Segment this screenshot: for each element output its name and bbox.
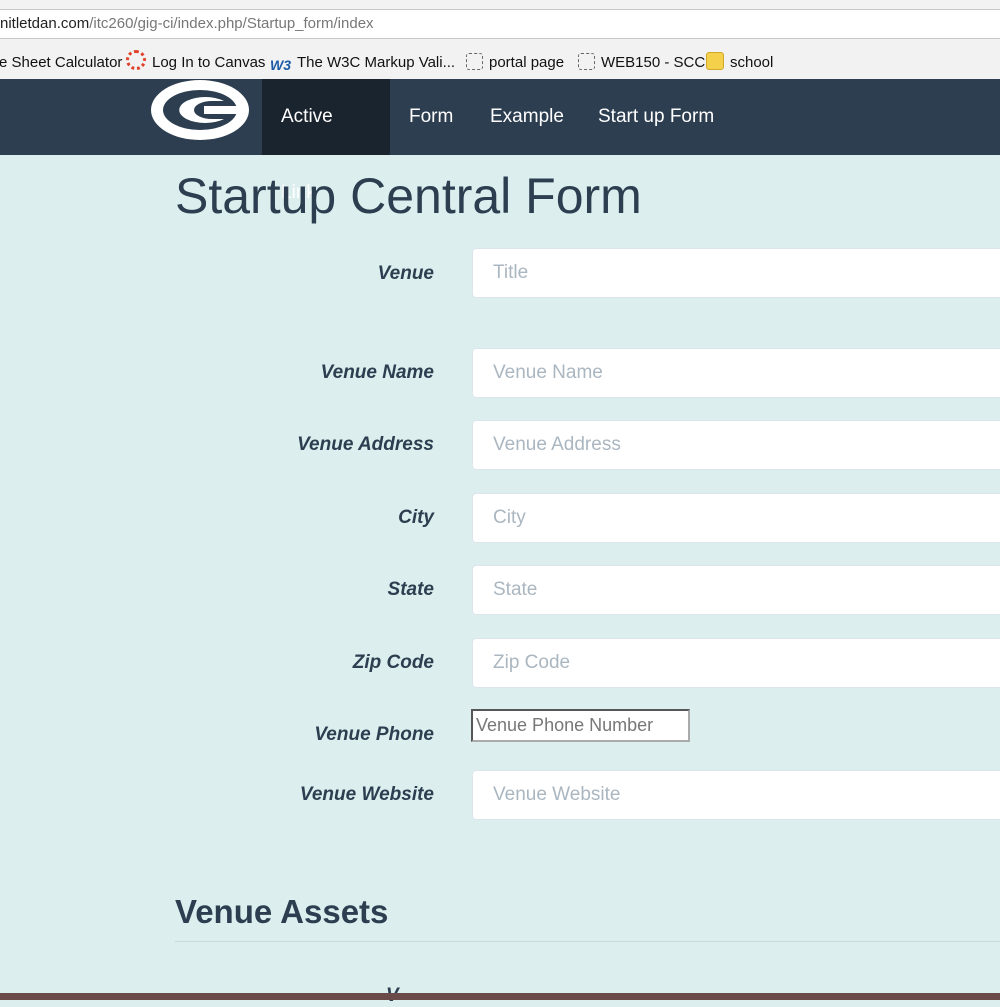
bookmark-web150[interactable]: WEB150 - SCC [578,39,705,79]
page-title: Startup Central Form [175,168,642,224]
zip-code-input[interactable] [472,638,1000,688]
bookmark-w3c-validator[interactable]: W3 The W3C Markup Vali... [270,39,455,79]
venue-phone-input[interactable] [471,709,690,742]
bookmark-label: school [730,54,774,71]
venue-label: Venue [377,263,434,284]
site-navbar: Active Link Form Example Start up Form [0,79,1000,203]
city-label: City [398,507,434,528]
page-icon [578,53,595,70]
state-input[interactable] [472,565,1000,615]
city-input[interactable] [472,493,1000,543]
bookmark-school-folder[interactable]: school [706,39,773,79]
state-label: State [387,579,434,600]
section-divider [175,941,1000,942]
url-field[interactable]: nitletdan.com/itc260/gig-ci/index.php/St… [0,9,1000,39]
section-title-venue-assets: Venue Assets [175,893,389,930]
os-taskbar [0,993,1000,1000]
nav-form[interactable]: Form [390,79,472,155]
browser-url-bar: nitletdan.com/itc260/gig-ci/index.php/St… [0,0,1000,39]
bookmark-label: e Sheet Calculator [0,54,123,71]
folder-icon [706,52,724,70]
venue-title-input[interactable] [472,248,1000,298]
site-logo-icon[interactable] [150,79,250,155]
venue-address-label: Venue Address [297,434,434,455]
venue-address-input[interactable] [472,420,1000,470]
bookmark-label: portal page [489,54,565,71]
bookmark-canvas[interactable]: Log In to Canvas [126,39,265,79]
bookmark-label: The W3C Markup Vali... [297,54,456,71]
bookmark-portal-page[interactable]: portal page [466,39,564,79]
nav-startup-form[interactable]: Start up Form [579,79,733,155]
bookmark-label: WEB150 - SCC [601,54,706,71]
w3c-icon: W3 [270,57,291,73]
bookmark-sheet-calculator[interactable]: e Sheet Calculator [0,39,122,79]
venue-website-label: Venue Website [299,784,434,805]
page-icon [466,53,483,70]
nav-example[interactable]: Example [471,79,583,155]
bookmarks-bar: e Sheet Calculator Log In to Canvas W3 Th… [0,39,1000,79]
venue-phone-label: Venue Phone [314,724,434,745]
venue-name-label: Venue Name [320,362,434,383]
venue-name-input[interactable] [472,348,1000,398]
venue-website-input[interactable] [472,770,1000,820]
nav-active-link[interactable]: Active Link [262,79,390,203]
canvas-icon [126,50,146,70]
zip-code-label: Zip Code [352,652,434,673]
bookmark-label: Log In to Canvas [152,54,266,71]
url-path: /itc260/gig-ci/index.php/Startup_form/in… [89,15,374,32]
url-host: nitletdan.com [0,15,90,32]
